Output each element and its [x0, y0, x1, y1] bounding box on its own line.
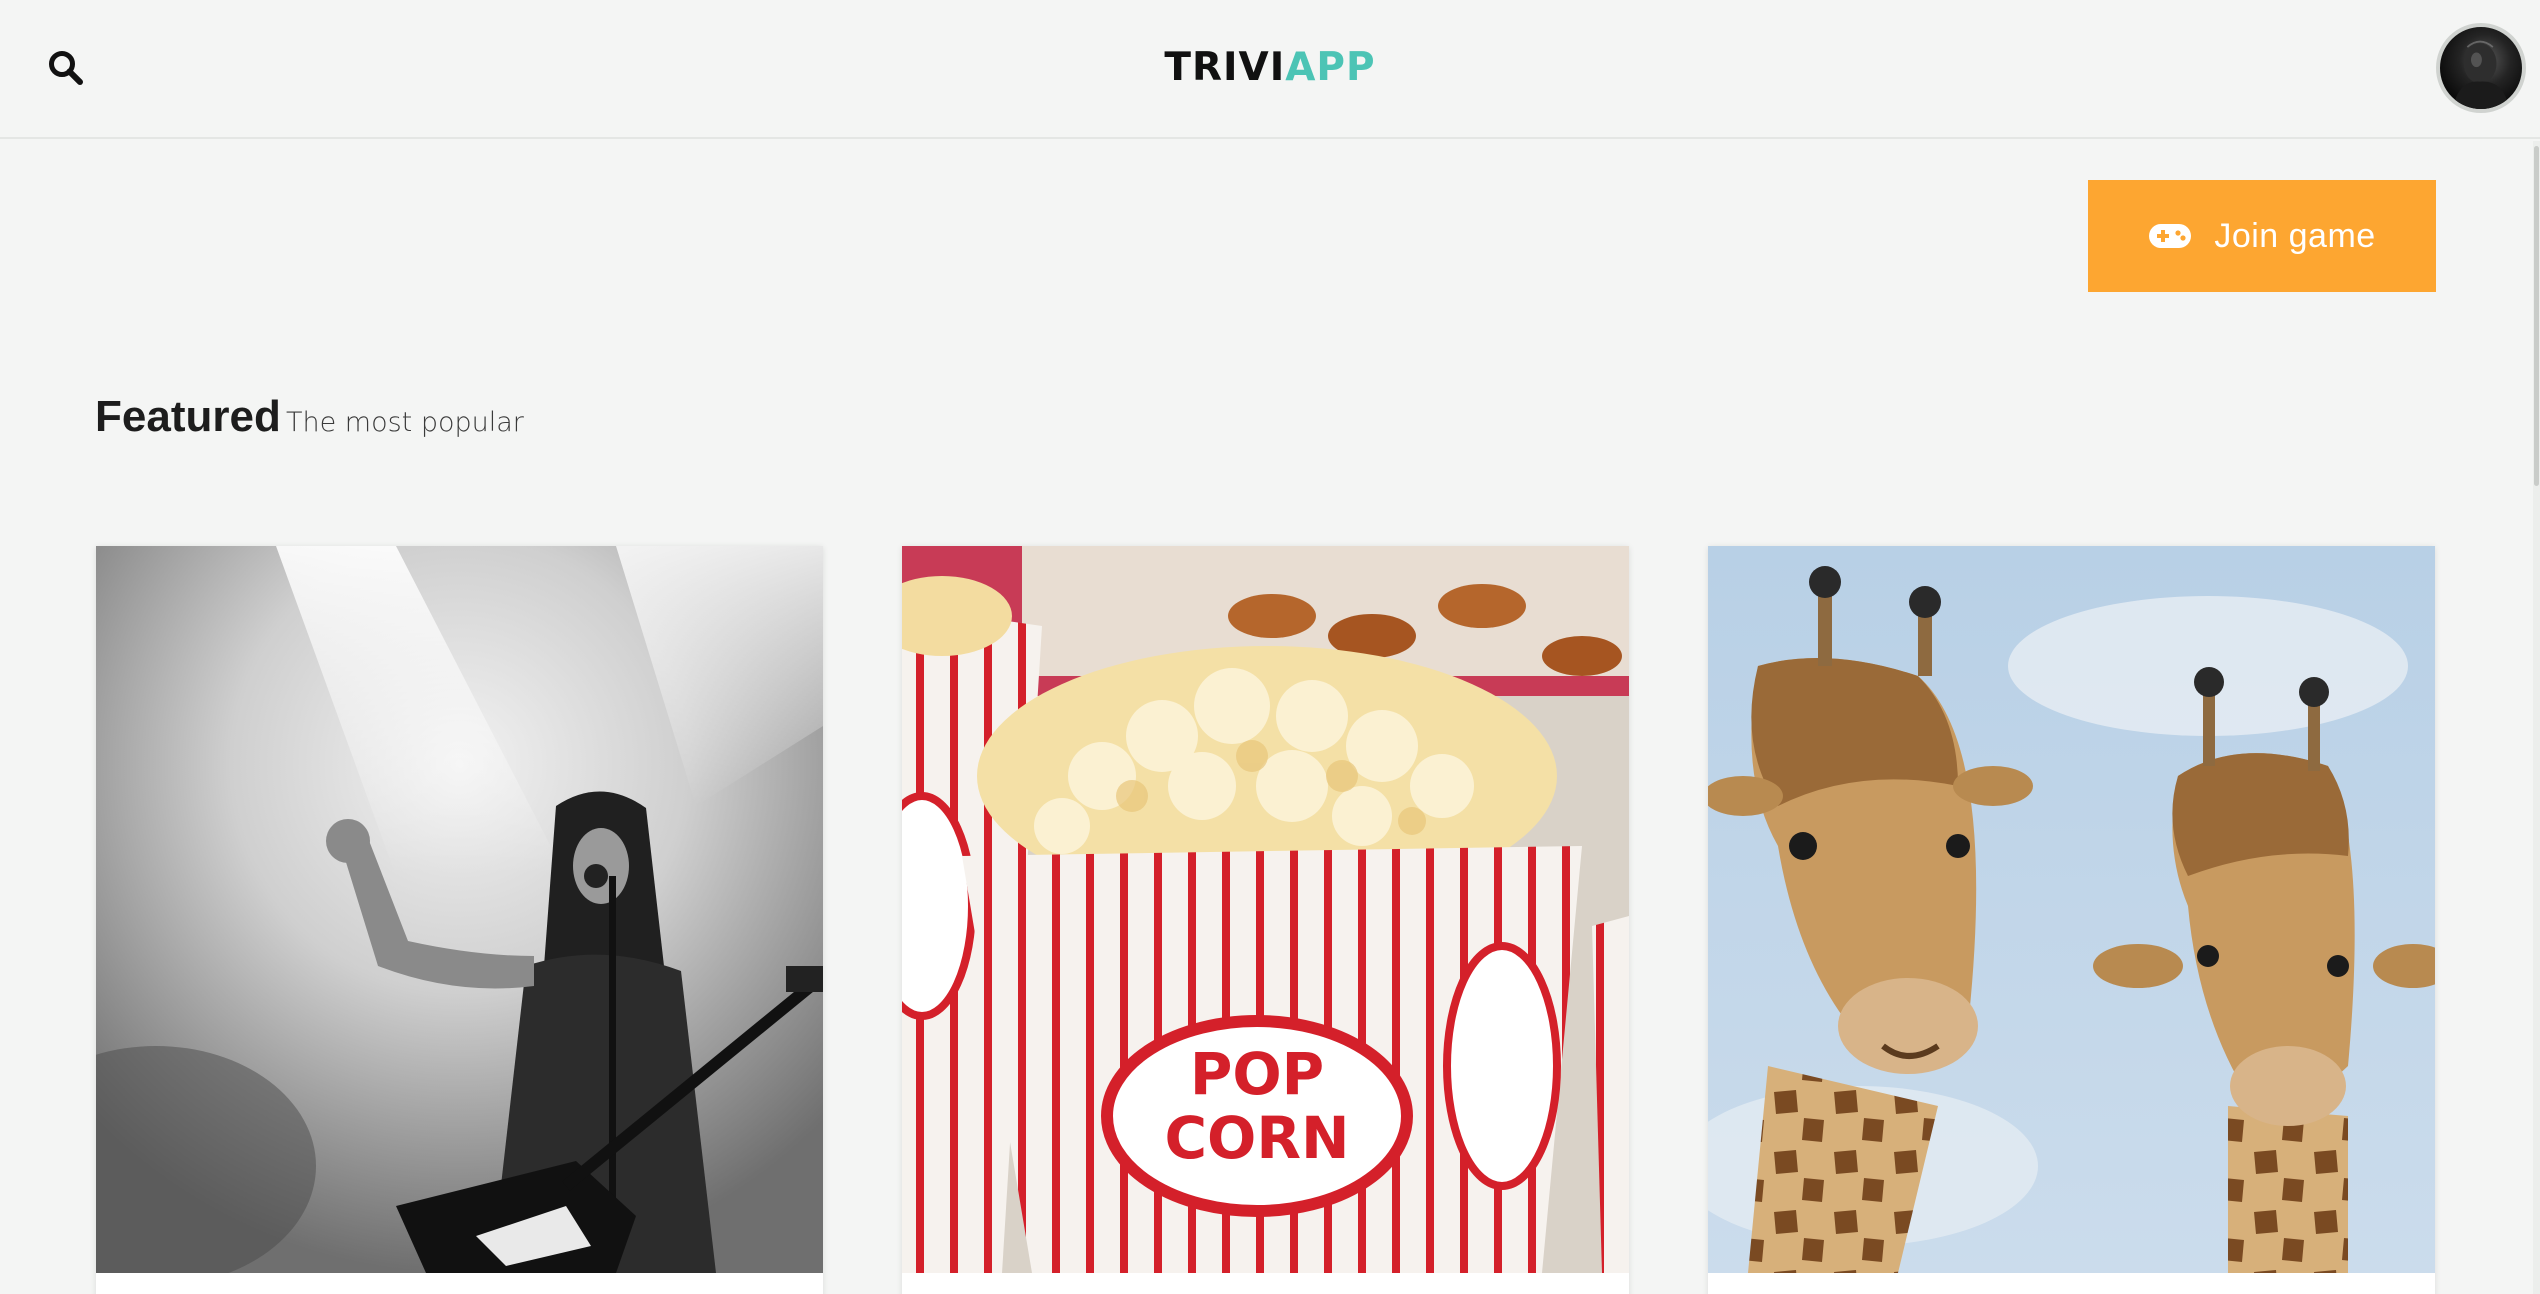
scrollbar-thumb[interactable]	[2534, 146, 2539, 486]
gamepad-icon	[2149, 224, 2192, 248]
user-avatar[interactable]	[2436, 23, 2526, 113]
section-subtitle: The most popular	[286, 407, 524, 438]
popcorn-box-text-corn: CORN	[1164, 1104, 1349, 1172]
rock-guitarist-photo	[96, 546, 823, 1273]
top-bar: TRIVIAPP	[0, 0, 2540, 139]
giraffes-photo	[1708, 546, 2435, 1273]
section-title: Featured	[95, 392, 281, 441]
join-game-button[interactable]: Join game	[2088, 180, 2436, 292]
page: TRIVIAPP Join game Featured The most pop…	[0, 0, 2540, 1294]
popcorn-box-photo: POP CORN	[902, 546, 1629, 1273]
app-logo[interactable]: TRIVIAPP	[0, 44, 2540, 92]
quiz-card-music[interactable]	[96, 546, 823, 1294]
popcorn-box-text-pop: POP	[1190, 1040, 1324, 1108]
logo-text-trivi: TRIVI	[1164, 45, 1286, 90]
logo-text-app: APP	[1285, 45, 1376, 90]
avatar-photo	[2452, 40, 2510, 109]
quiz-card-animals[interactable]	[1708, 546, 2435, 1294]
join-game-label: Join game	[2214, 216, 2376, 255]
quiz-card-movies[interactable]: POP CORN	[902, 546, 1629, 1294]
